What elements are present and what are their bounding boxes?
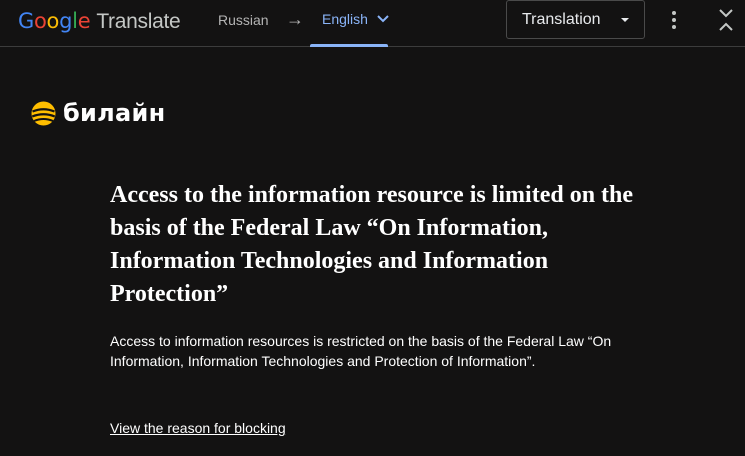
caret-down-icon: [621, 18, 629, 22]
source-language[interactable]: Russian: [218, 12, 269, 28]
beeline-logo-icon: [31, 101, 56, 126]
view-mode-select[interactable]: Translation: [506, 0, 645, 39]
language-arrow-icon: →: [286, 9, 304, 29]
view-blocking-reason-link[interactable]: View the reason for blocking: [110, 420, 286, 436]
active-language-indicator: [310, 44, 388, 47]
more-vert-icon: [672, 11, 676, 29]
google-translate-logo[interactable]: Google Translate: [18, 7, 181, 36]
logo-product-name: Translate: [96, 10, 181, 33]
view-mode-label: Translation: [522, 11, 601, 28]
logo-letter-o2: o: [46, 9, 60, 33]
blocked-page: билайн Access to the information resourc…: [0, 48, 745, 456]
brand-name: билайн: [63, 99, 166, 127]
logo-letter-e: e: [77, 9, 91, 33]
target-language-label: English: [322, 11, 368, 27]
logo-letter-o1: o: [33, 9, 47, 33]
translate-toolbar: Google Translate Russian → English Transl…: [0, 0, 745, 47]
chevron-down-icon: [377, 15, 389, 23]
collapse-toolbar-button[interactable]: [714, 7, 738, 33]
more-options-button[interactable]: [664, 10, 684, 30]
logo-letter-g2: g: [59, 9, 73, 33]
collapse-icon: [719, 9, 733, 31]
target-language-dropdown[interactable]: English: [322, 11, 389, 27]
logo-letter-g: G: [18, 9, 34, 33]
block-description: Access to information resources is restr…: [110, 333, 612, 369]
block-headline: Access to the information resource is li…: [110, 182, 634, 307]
